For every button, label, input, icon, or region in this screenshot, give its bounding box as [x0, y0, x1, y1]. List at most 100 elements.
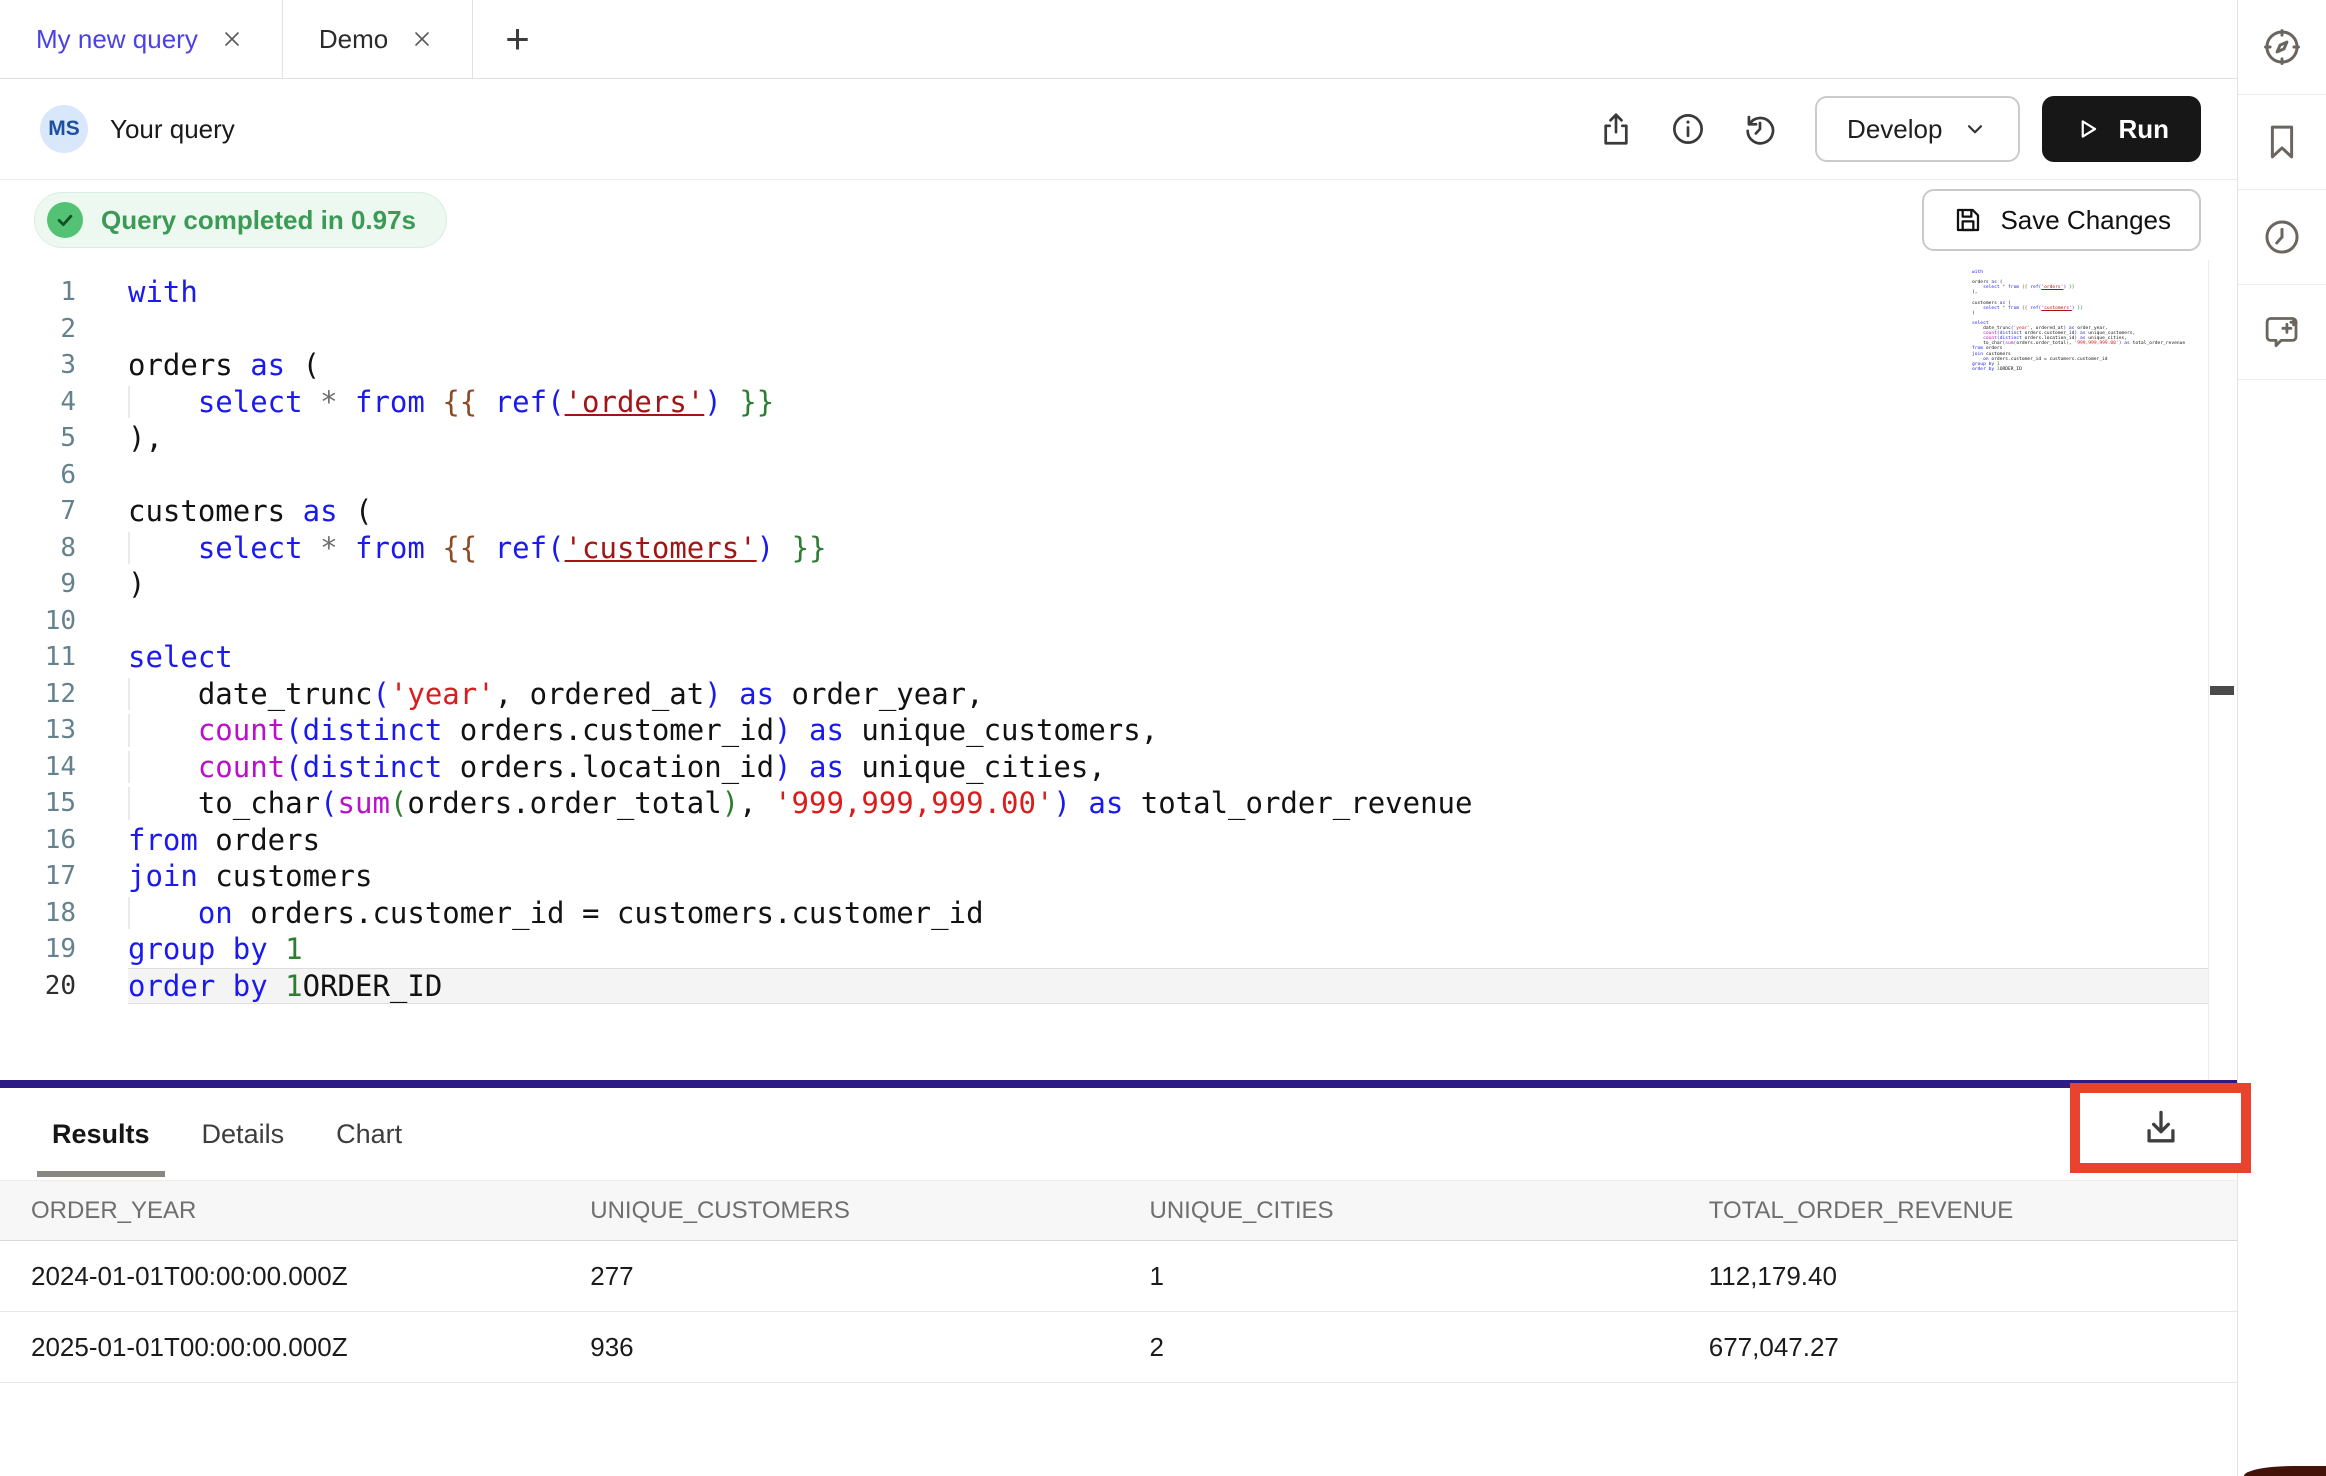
annotation-red-rectangle — [2070, 1083, 2251, 1173]
table-cell: 1 — [1119, 1261, 1678, 1292]
code-text: select — [128, 639, 2208, 676]
line-number: 3 — [0, 350, 76, 380]
main-column: My new query Demo+ MS Your query — [0, 0, 2237, 1476]
code-text — [128, 311, 2208, 348]
sidebar-ai-chat-button[interactable] — [2238, 285, 2326, 380]
line-number: 2 — [0, 314, 76, 344]
play-icon — [2074, 115, 2102, 143]
code-line[interactable]: 4 select * from {{ ref('orders') }} — [0, 384, 2208, 421]
chevron-down-icon — [1962, 116, 1988, 142]
status-badge: Query completed in 0.97s — [34, 192, 447, 248]
tab-close-icon[interactable] — [408, 25, 436, 53]
code-line[interactable]: 2 — [0, 311, 2208, 348]
minimap-line: to_char(sum(orders.order_total), '999,99… — [1972, 341, 2204, 346]
info-icon — [1669, 110, 1707, 148]
code-line[interactable]: 6 — [0, 457, 2208, 494]
code-line[interactable]: 1 with — [0, 274, 2208, 311]
results-tab-chart[interactable]: Chart — [336, 1119, 402, 1150]
line-number: 4 — [0, 387, 76, 417]
minimap-line: order by 1ORDER_ID — [1972, 367, 2204, 372]
code-line[interactable]: 3 orders as ( — [0, 347, 2208, 384]
code-area[interactable]: 1with23orders as (4 select * from {{ ref… — [0, 260, 2208, 1080]
sidebar-discover-button[interactable] — [2238, 0, 2326, 95]
save-changes-button[interactable]: Save Changes — [1922, 189, 2201, 251]
code-text: from orders — [128, 822, 2208, 859]
line-number: 1 — [0, 277, 76, 307]
sql-editor[interactable]: 1with23orders as (4 select * from {{ ref… — [0, 260, 2237, 1080]
code-line[interactable]: 5), — [0, 420, 2208, 457]
table-header-row: ORDER_YEARUNIQUE_CUSTOMERSUNIQUE_CITIEST… — [0, 1180, 2237, 1241]
header-icon-group — [1595, 108, 1781, 150]
line-number: 8 — [0, 533, 76, 563]
table-row[interactable]: 2024-01-01T00:00:00.000Z2771112,179.40 — [0, 1241, 2237, 1312]
table-header-cell: TOTAL_ORDER_REVENUE — [1678, 1197, 2237, 1225]
sidebar-bookmark-button[interactable] — [2238, 95, 2326, 190]
code-line[interactable]: 16 from orders — [0, 822, 2208, 859]
run-button[interactable]: Run — [2042, 96, 2201, 162]
code-text: select * from {{ ref('orders') }} — [128, 384, 2208, 421]
develop-dropdown-button[interactable]: Develop — [1815, 96, 2020, 162]
code-text: date_trunc('year', ordered_at) as order_… — [128, 676, 2208, 713]
new-tab-button[interactable]: + — [473, 0, 562, 78]
code-line[interactable]: 19group by 1 — [0, 931, 2208, 968]
code-text: orders as ( — [128, 347, 2208, 384]
tab-close-icon[interactable] — [218, 25, 246, 53]
code-line[interactable]: 20order by 1ORDER_ID — [0, 968, 2208, 1005]
download-results-button[interactable] — [2080, 1093, 2241, 1163]
bookmark-icon — [2261, 121, 2303, 163]
line-number: 5 — [0, 423, 76, 453]
results-panel: Results Details Chart ORDER_YEARUNIQUE_CUS… — [0, 1088, 2237, 1476]
code-text — [128, 603, 2208, 640]
table-cell: 277 — [559, 1261, 1118, 1292]
code-line[interactable]: 12 date_trunc('year', ordered_at) as ord… — [0, 676, 2208, 713]
code-text: group by 1 — [128, 931, 2208, 968]
share-button[interactable] — [1595, 108, 1637, 150]
line-number: 20 — [0, 971, 76, 1001]
run-label: Run — [2118, 114, 2169, 145]
table-cell: 112,179.40 — [1678, 1261, 2237, 1292]
save-icon — [1952, 204, 1984, 236]
resize-handle[interactable] — [2210, 686, 2234, 695]
save-changes-label: Save Changes — [2000, 205, 2171, 236]
line-number: 17 — [0, 861, 76, 891]
version-history-icon — [1741, 110, 1779, 148]
line-number: 12 — [0, 679, 76, 709]
line-number: 10 — [0, 606, 76, 636]
sidebar-history-button[interactable] — [2238, 190, 2326, 285]
code-line[interactable]: 15 to_char(sum(orders.order_total), '999… — [0, 785, 2208, 822]
results-tab-details[interactable]: Details — [202, 1119, 285, 1150]
develop-label: Develop — [1847, 114, 1942, 145]
active-tab-underline — [37, 1171, 165, 1177]
query-header: MS Your query — [0, 79, 2237, 180]
code-line[interactable]: 8 select * from {{ ref('customers') }} — [0, 530, 2208, 567]
table-cell: 2024-01-01T00:00:00.000Z — [0, 1261, 559, 1292]
code-line[interactable]: 13 count(distinct orders.customer_id) as… — [0, 712, 2208, 749]
code-text: join customers — [128, 858, 2208, 895]
code-line[interactable]: 17 join customers — [0, 858, 2208, 895]
table-body: 2024-01-01T00:00:00.000Z2771112,179.4020… — [0, 1241, 2237, 1383]
code-line[interactable]: 10 — [0, 603, 2208, 640]
tab-label: My new query — [36, 24, 198, 55]
results-tab-bar: Results Details Chart — [0, 1088, 2237, 1180]
code-line[interactable]: 11select — [0, 639, 2208, 676]
results-tab-results[interactable]: Results — [52, 1119, 150, 1150]
code-line[interactable]: 9) — [0, 566, 2208, 603]
code-line[interactable]: 18 on orders.customer_id = customers.cus… — [0, 895, 2208, 932]
tab-my-new-query[interactable]: My new query — [0, 0, 283, 78]
history-button[interactable] — [1739, 108, 1781, 150]
code-line[interactable]: 7customers as ( — [0, 493, 2208, 530]
code-line[interactable]: 14 count(distinct orders.location_id) as… — [0, 749, 2208, 786]
share-icon — [1597, 110, 1635, 148]
table-header-cell: ORDER_YEAR — [0, 1197, 559, 1225]
code-text: with — [128, 274, 2208, 311]
compass-icon — [2261, 26, 2303, 68]
line-number: 6 — [0, 460, 76, 490]
tab-demo[interactable]: Demo — [283, 0, 473, 78]
panel-divider[interactable] — [0, 1080, 2237, 1088]
line-number: 16 — [0, 825, 76, 855]
info-button[interactable] — [1667, 108, 1709, 150]
code-text: on orders.customer_id = customers.custom… — [128, 895, 2208, 932]
code-text: ), — [128, 420, 2208, 457]
table-row[interactable]: 2025-01-01T00:00:00.000Z9362677,047.27 — [0, 1312, 2237, 1383]
minimap[interactable]: with orders as ( select * from {{ ref('o… — [1972, 270, 2204, 372]
